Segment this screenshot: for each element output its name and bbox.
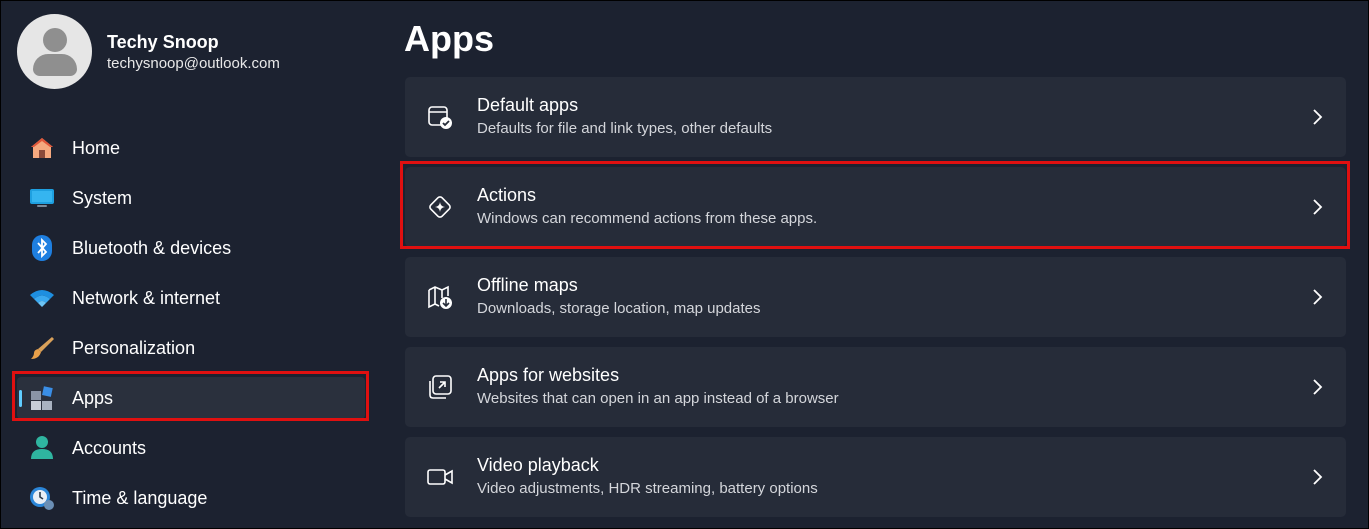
wifi-icon: [29, 285, 55, 311]
sidebar-item-personalization[interactable]: Personalization: [17, 327, 365, 369]
sidebar-item-label: Personalization: [72, 337, 196, 358]
card-title: Default apps: [477, 95, 579, 115]
card-title: Offline maps: [477, 275, 578, 295]
settings-window: Techy Snoop techysnoop@outlook.com Home …: [0, 0, 1369, 529]
brush-icon: [29, 335, 55, 361]
avatar-head: [43, 28, 67, 52]
actions-highlight-box: [400, 161, 1350, 249]
user-name: Techy Snoop: [107, 32, 219, 52]
card-video-playback[interactable]: Video playback Video adjustments, HDR st…: [405, 437, 1346, 517]
home-icon: [29, 135, 55, 161]
sidebar-item-accounts[interactable]: Accounts: [17, 427, 365, 469]
sidebar-item-label: Network & internet: [72, 287, 221, 308]
avatar-body: [33, 54, 77, 76]
sidebar-item-label: Accounts: [72, 437, 147, 458]
chevron-right-icon: [1310, 288, 1324, 306]
page-title: Apps: [404, 18, 494, 59]
card-offline-maps[interactable]: Offline maps Downloads, storage location…: [405, 257, 1346, 337]
card-subtitle: Defaults for file and link types, other …: [477, 120, 773, 137]
time-language-icon: [29, 485, 55, 511]
user-email: techysnoop@outlook.com: [107, 55, 280, 72]
card-title: Video playback: [477, 455, 599, 475]
sidebar-item-label: Bluetooth & devices: [72, 237, 232, 258]
card-subtitle: Video adjustments, HDR streaming, batter…: [477, 480, 818, 497]
sidebar-item-network[interactable]: Network & internet: [17, 277, 365, 319]
video-playback-icon: [427, 464, 453, 490]
sidebar-item-label: Time & language: [72, 487, 208, 508]
apps-highlight-box: [12, 371, 369, 421]
sidebar-item-system[interactable]: System: [17, 177, 365, 219]
system-icon: [29, 185, 55, 211]
chevron-right-icon: [1310, 468, 1324, 486]
accounts-icon: [29, 435, 55, 461]
card-apps-for-websites[interactable]: Apps for websites Websites that can open…: [405, 347, 1346, 427]
card-title: Apps for websites: [477, 365, 620, 385]
chevron-right-icon: [1310, 108, 1324, 126]
default-apps-icon: [427, 104, 453, 130]
avatar[interactable]: [17, 14, 92, 89]
apps-for-websites-icon: [427, 374, 453, 400]
card-default-apps[interactable]: Default apps Defaults for file and link …: [405, 77, 1346, 157]
bluetooth-icon: [29, 235, 55, 261]
card-subtitle: Downloads, storage location, map updates: [477, 300, 761, 317]
sidebar-item-label: Home: [72, 137, 121, 158]
card-subtitle: Websites that can open in an app instead…: [477, 390, 839, 407]
offline-maps-icon: [427, 284, 453, 310]
sidebar-item-time-language[interactable]: Time & language: [17, 477, 365, 519]
sidebar-item-bluetooth[interactable]: Bluetooth & devices: [17, 227, 365, 269]
sidebar-item-home[interactable]: Home: [17, 127, 365, 169]
sidebar-item-label: System: [72, 187, 133, 208]
chevron-right-icon: [1310, 378, 1324, 396]
